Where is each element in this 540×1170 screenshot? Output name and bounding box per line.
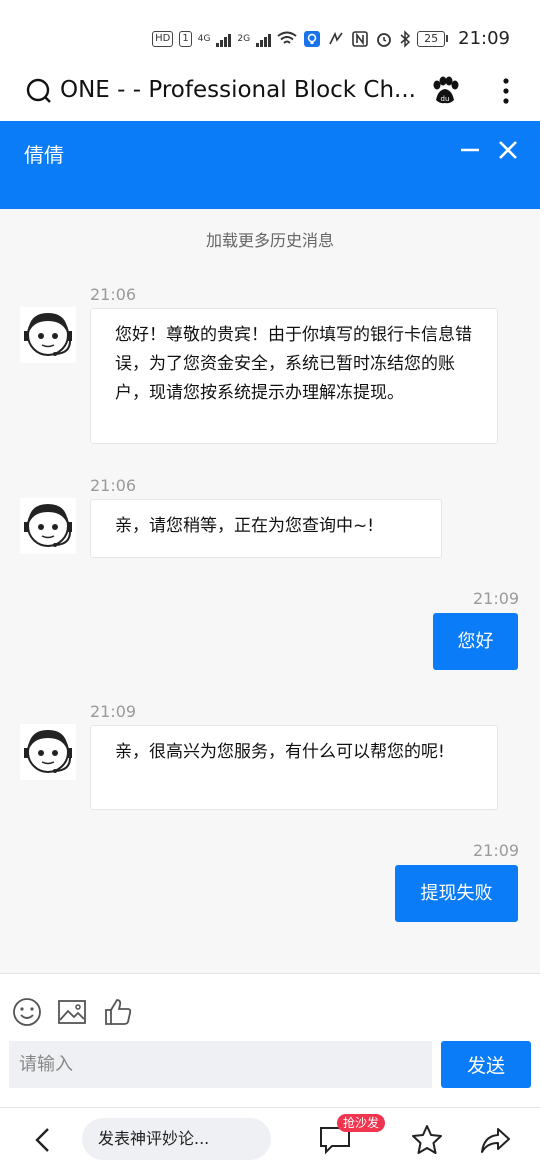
comment-input[interactable]: 发表神评妙论... — [82, 1118, 271, 1160]
svg-text:du: du — [441, 95, 450, 103]
more-vertical-icon[interactable] — [496, 76, 516, 106]
sofa-badge: 抢沙发 — [337, 1114, 386, 1132]
agent-name: 倩倩 — [24, 143, 64, 167]
share-icon[interactable] — [478, 1123, 512, 1157]
nfc-icon — [352, 30, 368, 47]
battery-icon: 25 — [417, 30, 449, 47]
page-title[interactable]: ONE - - Professional Block Ch... — [60, 77, 420, 103]
close-icon[interactable] — [496, 135, 520, 165]
battery-level: 25 — [417, 30, 446, 47]
smiley-icon[interactable] — [11, 996, 43, 1028]
message-time: 21:09 — [473, 841, 520, 860]
sim-badge: 1 — [179, 30, 192, 47]
search-icon[interactable] — [26, 78, 52, 104]
message-composer: 发送 — [0, 973, 540, 1107]
app-notification-icon — [329, 31, 343, 44]
outgoing-message-bubble: 提现失败 — [395, 865, 518, 922]
image-icon[interactable] — [56, 996, 88, 1028]
agent-avatar-icon — [20, 498, 76, 554]
load-more-history-link[interactable]: 加载更多历史消息 — [0, 227, 540, 251]
message-time: 21:09 — [473, 589, 520, 608]
minimize-icon[interactable] — [458, 135, 482, 165]
signal-icon — [216, 31, 232, 47]
bluetooth-icon — [400, 29, 411, 48]
message-time: 21:06 — [90, 285, 137, 304]
browser-toolbar: ONE - - Professional Block Ch... du — [0, 60, 540, 122]
back-icon[interactable] — [30, 1125, 56, 1155]
message-time: 21:09 — [90, 702, 137, 721]
message-time: 21:06 — [90, 476, 137, 495]
status-time: 21:09 — [458, 28, 510, 49]
bulb-notification-icon — [304, 30, 321, 47]
outgoing-message-bubble: 您好 — [433, 613, 518, 670]
star-icon[interactable] — [410, 1123, 444, 1157]
message-input[interactable] — [9, 1041, 432, 1088]
chat-header: 倩倩 — [0, 121, 540, 209]
agent-avatar-icon — [20, 724, 76, 780]
agent-avatar-icon — [20, 307, 76, 363]
wifi-icon — [277, 31, 297, 44]
signal-icon-2 — [256, 31, 272, 47]
chat-messages[interactable]: 加载更多历史消息 21:06 您好！尊敬的贵宾！由于你填写的银行卡信息错误，为了… — [0, 209, 540, 973]
send-button[interactable]: 发送 — [441, 1041, 531, 1088]
status-icons: HD 1 4G 2G 25 21:09 — [152, 28, 510, 49]
network-type-1: 4G — [197, 33, 211, 44]
baidu-paw-icon[interactable]: du — [430, 76, 460, 106]
incoming-message-bubble: 亲，很高兴为您服务，有什么可以帮您的呢! — [90, 725, 498, 810]
incoming-message-bubble: 您好！尊敬的贵宾！由于你填写的银行卡信息错误，为了您资金安全，系统已暂时冻结您的… — [90, 308, 498, 444]
network-type-2: 2G — [237, 33, 251, 44]
hd-badge: HD — [152, 30, 174, 47]
incoming-message-bubble: 亲，请您稍等，正在为您查询中~! — [90, 499, 442, 558]
alarm-icon — [377, 32, 392, 47]
browser-bottom-bar: 发表神评妙论... 抢沙发 — [0, 1107, 540, 1170]
thumbs-up-icon[interactable] — [102, 996, 134, 1028]
